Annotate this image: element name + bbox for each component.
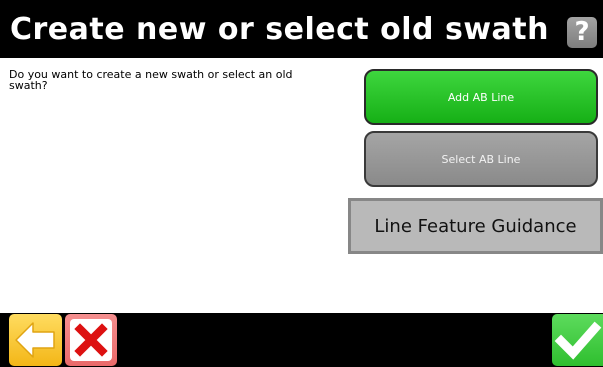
cancel-button[interactable] [65,314,117,366]
checkmark-icon [554,321,602,360]
content-panel: Do you want to create a new swath or sel… [0,58,603,313]
page-title: Create new or select old swath [10,12,549,47]
footer-bar [0,313,603,367]
prompt-text: Do you want to create a new swath or sel… [9,68,293,92]
close-x-icon [70,319,112,361]
arrow-left-icon [15,322,55,358]
question-mark-icon: ? [574,17,590,47]
ok-button[interactable] [552,314,603,366]
help-button[interactable]: ? [567,17,597,48]
select-ab-line-button[interactable]: Select AB Line [364,131,598,187]
header-bar: Create new or select old swath ? [0,0,603,58]
add-ab-line-button[interactable]: Add AB Line [364,69,598,125]
swath-selection-screen: Create new or select old swath ? Do you … [0,0,603,367]
back-button[interactable] [9,314,62,366]
line-feature-guidance-button[interactable]: Line Feature Guidance [348,198,603,254]
